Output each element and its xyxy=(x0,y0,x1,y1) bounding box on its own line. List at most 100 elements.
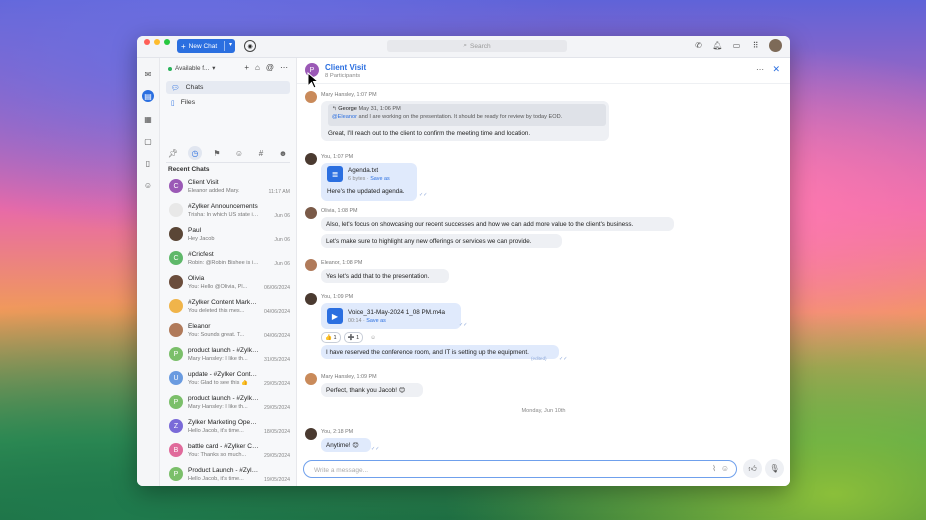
minimize-window-button[interactable] xyxy=(154,39,160,45)
bot-icon[interactable]: ☻ xyxy=(276,146,290,160)
quoted-message[interactable]: ↰ George May 31, 1:06 PM @Eleanor and I … xyxy=(328,104,606,126)
flag-icon[interactable]: ⚑ xyxy=(210,146,224,160)
emoji-icon[interactable]: ☺ xyxy=(721,464,729,473)
close-icon[interactable]: ✕ xyxy=(772,64,780,75)
chat-list-item[interactable]: Pproduct launch - #Zylker Conte... Mary H… xyxy=(166,392,292,414)
message-composer: ⌇ ☺ xyxy=(303,460,737,478)
message-bubble[interactable]: Let's make sure to highlight any new off… xyxy=(321,234,562,248)
phone-icon[interactable]: ✆ xyxy=(693,40,704,52)
chat-list-item[interactable]: #Zylker Announcements Trisha: In which US… xyxy=(166,200,292,222)
message-bubble[interactable]: I have reserved the conference room, and… xyxy=(321,345,559,359)
chat-list-item[interactable]: P Product Launch - #Zylker Event... Hello … xyxy=(166,464,292,486)
chat-title[interactable]: Client Visit xyxy=(325,63,366,72)
avatar[interactable] xyxy=(305,293,317,305)
avatar[interactable] xyxy=(305,259,317,271)
microphone-button[interactable]: 🎙︎ xyxy=(765,459,784,478)
nav-chats-label: Chats xyxy=(185,84,204,91)
chat-list-item[interactable]: Olivia You: Hello @Olivia, Pl... 06/06/202… xyxy=(166,272,292,294)
message-bubble[interactable]: Anytime! 😊 xyxy=(321,438,371,452)
chat-list-item[interactable]: Uupdate - #Zylker Content Mark... You: Gl… xyxy=(166,368,292,390)
date-separator: Monday, Jun 10th xyxy=(521,408,566,414)
message-meta: Eleanor, 1:08 PM xyxy=(321,260,363,266)
more-icon[interactable]: ⋯ xyxy=(280,63,288,72)
thumbs-up-button[interactable]: 👍︎ xyxy=(743,459,762,478)
chat-time: 29/05/2024 xyxy=(264,453,290,459)
document-icon[interactable]: ▯ xyxy=(142,157,154,169)
person-icon[interactable]: ☺ xyxy=(232,146,246,160)
avatar: P xyxy=(169,347,183,361)
toolbar-icons: ✆ 🔔︎ ▭ ⠿ xyxy=(693,39,782,52)
add-icon[interactable]: + xyxy=(244,63,249,72)
chat-list-item[interactable]: Z Zylker Marketing Openhouse -... Hello Ja… xyxy=(166,416,292,438)
chat-list-item[interactable]: C #Cricfest Robin: @Robin Bishee is in... J… xyxy=(166,248,292,270)
home-icon[interactable]: ⌂ xyxy=(255,63,260,72)
save-as-link[interactable]: Save as xyxy=(370,176,389,182)
chat-preview: Hello Jacob, it's time... xyxy=(188,476,244,482)
chat-name: #Cricfest xyxy=(188,251,214,258)
message-input[interactable] xyxy=(312,464,706,477)
clock-icon[interactable]: ◷ xyxy=(188,146,202,160)
bell-icon[interactable]: 🔔︎ xyxy=(712,40,723,52)
message-bubble[interactable]: Perfect, thank you Jacob! 😊 xyxy=(321,383,423,397)
chevron-down-icon[interactable]: ▾ xyxy=(229,41,232,48)
avatar[interactable] xyxy=(305,373,317,385)
message-bubble[interactable]: Yes let's add that to the presentation. xyxy=(321,269,449,283)
mention-icon[interactable]: @ xyxy=(266,63,274,72)
message-bubble[interactable]: Also, let's focus on showcasing our rece… xyxy=(321,217,674,231)
search-bar[interactable]: ⌕ Search xyxy=(387,40,567,52)
status-icon[interactable]: ◉ xyxy=(244,40,256,52)
mail-icon[interactable]: ✉ xyxy=(142,68,154,80)
nav-chats[interactable]: 💬︎ Chats xyxy=(166,81,290,94)
user-avatar[interactable] xyxy=(769,39,782,52)
calendar-icon[interactable]: ▦ xyxy=(142,113,154,125)
message-meta: You, 1:07 PM xyxy=(321,154,354,160)
avatar[interactable] xyxy=(305,91,317,103)
attachment-icon[interactable]: ⌇ xyxy=(712,464,716,473)
pin-icon[interactable]: 📌︎ xyxy=(166,146,180,160)
play-icon[interactable]: ▶ xyxy=(327,308,343,324)
chat-bubble-icon: 💬︎ xyxy=(171,84,180,92)
more-options-icon[interactable]: ⋯ xyxy=(756,65,764,74)
edited-label: (edited) xyxy=(531,356,547,361)
grid-icon[interactable]: ⠿ xyxy=(750,40,761,52)
read-tick-icon: ✓✓ xyxy=(419,192,428,198)
avatar xyxy=(169,275,183,289)
avatar[interactable] xyxy=(305,153,317,165)
search-placeholder: Search xyxy=(470,42,491,50)
contacts-icon[interactable]: ☺ xyxy=(142,179,154,191)
panel-icon[interactable]: ▭ xyxy=(731,40,742,52)
message-text: Let's make sure to highlight any new off… xyxy=(326,237,532,245)
zoom-window-button[interactable] xyxy=(164,39,170,45)
avatar[interactable] xyxy=(305,428,317,440)
chat-sidebar: Available f... ▾ + ⌂ @ ⋯ 💬︎ Chats ▯ File… xyxy=(160,58,297,486)
chat-list-item[interactable]: Paul Hey Jacob Jun 06 xyxy=(166,224,292,246)
chat-name: #Zylker Content Marketing xyxy=(188,299,260,306)
avatar[interactable] xyxy=(305,207,317,219)
close-window-button[interactable] xyxy=(144,39,150,45)
message-meta: Mary Hansley, 1:09 PM xyxy=(321,374,377,380)
new-chat-button[interactable]: + New Chat ▾ xyxy=(177,39,235,53)
chevron-down-icon: ▾ xyxy=(212,65,216,72)
chat-list-item[interactable]: C Client Visit Eleanor added Mary. 11:17 AM xyxy=(166,176,292,198)
plus-one-reaction[interactable]: ➕ 1 xyxy=(343,332,364,343)
add-reaction-icon[interactable]: ☺ xyxy=(366,332,380,343)
thumbs-up-reaction[interactable]: 👍 1 xyxy=(321,332,341,343)
chat-list-item[interactable]: Pproduct launch - #Zylker Event... Mary H… xyxy=(166,344,292,366)
text-file-icon: ≣ xyxy=(327,166,343,182)
mention-link[interactable]: @Eleanor xyxy=(332,114,357,120)
chat-list-item[interactable]: #Zylker Content Marketing You deleted thi… xyxy=(166,296,292,318)
chat-time: Jun 06 xyxy=(274,237,290,243)
file-name[interactable]: Agenda.txt xyxy=(348,167,378,174)
file-name[interactable]: Voice_31-May-2024 1_08 PM.m4a xyxy=(348,309,445,316)
clipboard-icon[interactable]: ▢ xyxy=(142,135,154,147)
save-as-link[interactable]: Save as xyxy=(366,318,385,324)
chat-list-item[interactable]: Bbattle card - #Zylker Content M... You: … xyxy=(166,440,292,462)
chat-list-item[interactable]: Eleanor You: Sounds great. T... 04/06/2024 xyxy=(166,320,292,342)
chat-icon[interactable]: ▤ xyxy=(142,90,154,102)
message-text: Here's the updated agenda. xyxy=(327,188,405,195)
hashtag-icon[interactable]: # xyxy=(254,146,268,160)
participants-count[interactable]: 8 Participants xyxy=(325,73,360,79)
availability-status[interactable]: Available f... ▾ xyxy=(168,65,215,72)
nav-files[interactable]: ▯ Files xyxy=(166,96,290,109)
chat-time: 29/05/2024 xyxy=(264,381,290,387)
